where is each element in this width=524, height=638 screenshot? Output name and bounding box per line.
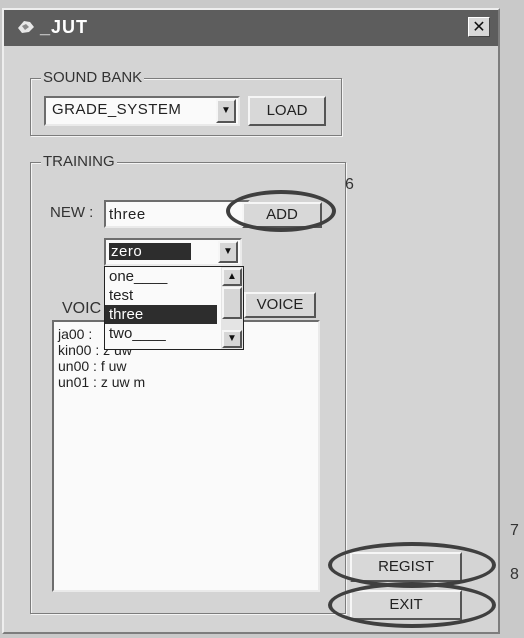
new-word-value: three	[109, 206, 146, 223]
load-button[interactable]: LOAD	[248, 96, 326, 126]
chevron-down-icon: ▼	[227, 333, 237, 344]
dropdown-item[interactable]: three	[105, 305, 217, 324]
callout-number-8: 8	[510, 566, 519, 583]
scroll-thumb[interactable]	[222, 287, 242, 319]
app-icon	[18, 21, 34, 33]
list-item[interactable]: un01 : z uw m	[58, 374, 318, 390]
regist-label: REGIST	[378, 558, 434, 575]
word-combo-dropdown-button[interactable]: ▼	[218, 241, 238, 263]
exit-label: EXIT	[389, 596, 423, 613]
word-dropdown-list[interactable]: one____ test three two____ ▲ ▼	[104, 266, 244, 350]
list-item[interactable]: un00 : f uw	[58, 358, 318, 374]
training-legend: TRAINING	[41, 153, 117, 171]
exit-button[interactable]: EXIT	[350, 590, 462, 620]
voice-list-label: VOIC	[62, 300, 102, 317]
scroll-up-button[interactable]: ▲	[222, 268, 242, 286]
new-word-input[interactable]: three	[104, 200, 250, 228]
voice-entry-list[interactable]: ja00 : kin00 : z uw un00 : f uw un01 : z…	[52, 320, 320, 592]
word-combo-value: zero	[109, 243, 191, 260]
jut-window: _JUT ✕ SOUND BANK GRADE_SYSTEM ▼ LOAD TR…	[2, 8, 500, 634]
load-label: LOAD	[266, 102, 308, 119]
title-bar[interactable]: _JUT ✕	[4, 10, 498, 46]
new-label: NEW :	[50, 204, 94, 221]
sound-bank-select[interactable]: GRADE_SYSTEM	[44, 96, 240, 126]
sound-bank-value: GRADE_SYSTEM	[52, 101, 182, 118]
regist-button[interactable]: REGIST	[350, 552, 462, 582]
sound-bank-legend: SOUND BANK	[41, 69, 145, 87]
chevron-up-icon: ▲	[227, 271, 237, 282]
voice-label: VOICE	[256, 296, 304, 313]
add-label: ADD	[266, 206, 298, 223]
add-button[interactable]: ADD	[242, 202, 322, 228]
dropdown-scrollbar[interactable]: ▲ ▼	[221, 267, 243, 349]
voice-button[interactable]: VOICE	[244, 292, 316, 318]
close-button[interactable]: ✕	[468, 17, 490, 37]
scroll-down-button[interactable]: ▼	[222, 330, 242, 348]
close-icon: ✕	[472, 19, 486, 36]
callout-number-7: 7	[510, 522, 519, 539]
chevron-down-icon: ▼	[223, 246, 233, 257]
sound-bank-dropdown-button[interactable]: ▼	[216, 99, 236, 123]
chevron-down-icon: ▼	[221, 105, 231, 116]
callout-number-6: 6	[345, 176, 354, 193]
window-title: _JUT	[40, 17, 89, 37]
